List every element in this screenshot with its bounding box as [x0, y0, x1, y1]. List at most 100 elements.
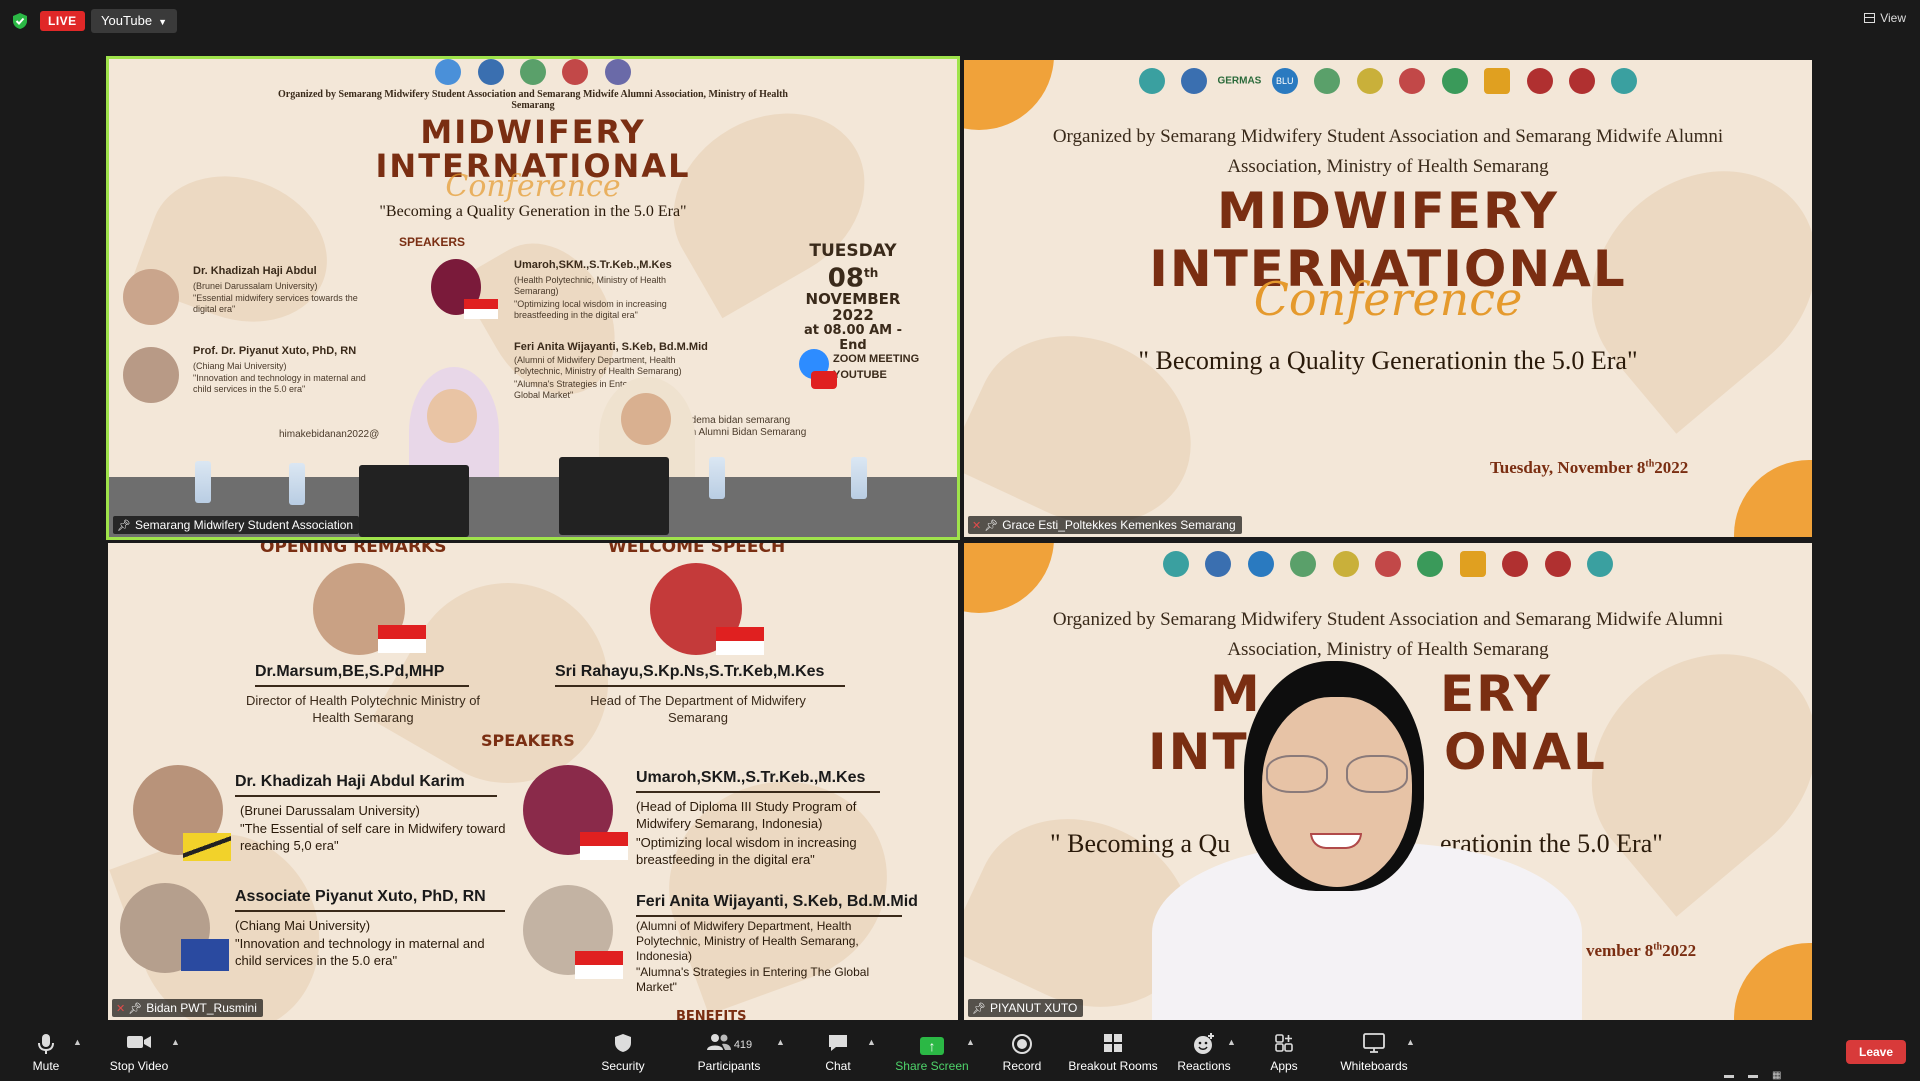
live-badge[interactable]: LIVE — [40, 11, 85, 31]
mute-options-caret[interactable]: ▲ — [73, 1037, 82, 1047]
shield-icon[interactable] — [12, 12, 28, 30]
indonesia-flag — [580, 832, 628, 860]
video-camera-icon — [104, 1033, 174, 1057]
logo — [435, 59, 462, 85]
logo — [1247, 551, 1274, 577]
youtube-logo-icon — [811, 371, 837, 389]
participant-name-tag: 📌︎ Semarang Midwifery Student Association — [113, 516, 360, 534]
event-day: TUESDAY — [809, 241, 897, 261]
speaker-name: Dr. Khadizah Haji Abdul — [193, 265, 317, 277]
event-date-number: 08th — [793, 261, 913, 292]
stop-video-label: Stop Video — [109, 1059, 169, 1073]
water-bottle — [709, 457, 725, 499]
speaker-name: Umaroh,SKM.,S.Tr.Keb.,M.Kes — [514, 259, 672, 271]
logo — [1544, 551, 1571, 577]
share-screen-icon: ↑ — [894, 1033, 970, 1057]
chat-bubble-icon — [818, 1033, 858, 1057]
speaker-topic: "The Essential of self care in Midwifery… — [240, 821, 506, 853]
apps-icon — [1264, 1033, 1304, 1057]
record-button[interactable]: Record — [1000, 1024, 1044, 1080]
indonesia-flag — [716, 627, 764, 655]
speaker-topic: "Innovation and technology in maternal a… — [193, 373, 366, 394]
speaker-topic: "Essential midwifery services towards th… — [193, 293, 358, 314]
participants-button[interactable]: 419 Participants — [694, 1024, 764, 1080]
mute-button[interactable]: Mute — [24, 1024, 68, 1080]
poster-date-year: 2022 — [1662, 941, 1697, 960]
speaker-affiliation: (Health Polytechnic, Ministry of Health … — [514, 275, 667, 296]
poster-date-sup: th — [1653, 941, 1663, 953]
speakers-heading: SPEAKERS — [399, 235, 466, 249]
chat-button[interactable]: Chat — [818, 1024, 858, 1080]
poster-tagline: "Becoming a Quality Generation in the 5.… — [379, 203, 687, 220]
logo — [1417, 551, 1444, 577]
speakers-heading: SPEAKERS — [481, 731, 575, 750]
benefits-heading: BENEFITS — [676, 1009, 747, 1020]
speaker-affiliation: (Brunei Darussalam University) — [193, 281, 318, 291]
speaker-name: Feri Anita Wijayanti, S.Keb, Bd.M.Mid — [636, 893, 918, 910]
video-tile-4[interactable]: Organized by Semarang Midwifery Student … — [964, 543, 1812, 1020]
share-screen-button[interactable]: ↑ Share Screen — [894, 1024, 970, 1080]
brunei-flag — [183, 833, 231, 861]
video-tile-1[interactable]: Organized by Semarang Midwifery Student … — [106, 56, 960, 540]
reactions-options-caret[interactable]: ▲ — [1227, 1037, 1236, 1047]
video-tile-2[interactable]: GERMAS BLU Organized by Semarang Midwife… — [964, 60, 1812, 537]
logo-strip — [964, 551, 1812, 577]
pin-icon: 📌︎ — [972, 1003, 986, 1015]
logo — [1332, 551, 1359, 577]
organizer-line-2: Association, Ministry of Health Semarang — [1227, 639, 1549, 660]
stop-video-button[interactable]: Stop Video — [104, 1024, 174, 1080]
logo — [1502, 551, 1529, 577]
logo — [604, 59, 631, 85]
video-tile-3[interactable]: OPENING REMARKS WELCOME SPEECH Dr.Marsum… — [108, 543, 958, 1020]
opening-role: Director of Health Polytechnic Ministry … — [245, 693, 481, 725]
logo — [1356, 68, 1383, 94]
security-button[interactable]: Security — [598, 1024, 648, 1080]
leave-button[interactable]: Leave — [1846, 1040, 1906, 1064]
speaker-topic: "Optimizing local wisdom in increasing b… — [514, 299, 667, 320]
video-options-caret[interactable]: ▲ — [171, 1037, 180, 1047]
participant-name: Bidan PWT_Rusmini — [146, 1001, 257, 1015]
water-bottle — [195, 461, 211, 503]
whiteboards-options-caret[interactable]: ▲ — [1406, 1037, 1415, 1047]
glasses-right-lens — [1346, 755, 1408, 793]
presenter-1-face — [427, 389, 477, 443]
logo — [1399, 68, 1426, 94]
logo — [1568, 68, 1595, 94]
chat-options-caret[interactable]: ▲ — [867, 1037, 876, 1047]
logo — [1375, 551, 1401, 577]
breakout-rooms-button[interactable]: Breakout Rooms — [1068, 1024, 1158, 1080]
participant-name: PIYANUT XUTO — [989, 1001, 1078, 1015]
apps-button[interactable]: Apps — [1264, 1024, 1304, 1080]
speaker-name: Associate Piyanut Xuto, PhD, RN — [235, 888, 486, 905]
university-flag — [181, 939, 229, 971]
stream-target-select[interactable]: YouTube ▼ — [91, 9, 178, 33]
view-button[interactable]: View — [1864, 11, 1906, 25]
welcome-speech-heading: WELCOME SPEECH — [608, 543, 786, 557]
speaker-affiliation: (Chiang Mai University) — [235, 918, 371, 933]
reactions-label: Reactions — [1177, 1059, 1231, 1073]
poster-date-text: Tuesday, November 8 — [1490, 458, 1646, 477]
participants-options-caret[interactable]: ▲ — [776, 1037, 785, 1047]
participant-name: Semarang Midwifery Student Association — [134, 518, 354, 532]
poster-title-line1: MIDWIFERY — [420, 113, 646, 151]
poster-date-text: vember 8 — [1586, 941, 1654, 960]
share-options-caret[interactable]: ▲ — [966, 1037, 975, 1047]
poster-title-line2-left: INT — [1148, 723, 1249, 781]
poster-title-line1-right: ERY — [1440, 665, 1553, 723]
reactions-button[interactable]: Reactions — [1176, 1024, 1232, 1080]
participant-name-tag: ✕ 📌︎ Bidan PWT_Rusmini — [112, 999, 263, 1017]
poster-title-line1-left: M — [1210, 665, 1262, 723]
divider — [255, 685, 469, 687]
speaker-name: Dr. Khadizah Haji Abdul Karim — [235, 773, 465, 790]
participant-count: 419 — [733, 1039, 753, 1051]
water-bottle — [289, 463, 305, 505]
record-label: Record — [1002, 1059, 1042, 1073]
speaker-name: Prof. Dr. Piyanut Xuto, PhD, RN — [193, 345, 357, 357]
speaker-affiliation: (Chiang Mai University) — [193, 361, 287, 371]
layout-switcher[interactable]: ▬▬▦ — [1724, 1070, 1795, 1081]
security-label: Security — [601, 1059, 645, 1073]
logo — [1587, 551, 1614, 577]
opening-remarks-heading: OPENING REMARKS — [260, 543, 447, 557]
whiteboards-button[interactable]: Whiteboards — [1336, 1024, 1412, 1080]
participant-name-tag: ✕ 📌︎ Grace Esti_Poltekkes Kemenkes Semaran… — [968, 516, 1242, 534]
